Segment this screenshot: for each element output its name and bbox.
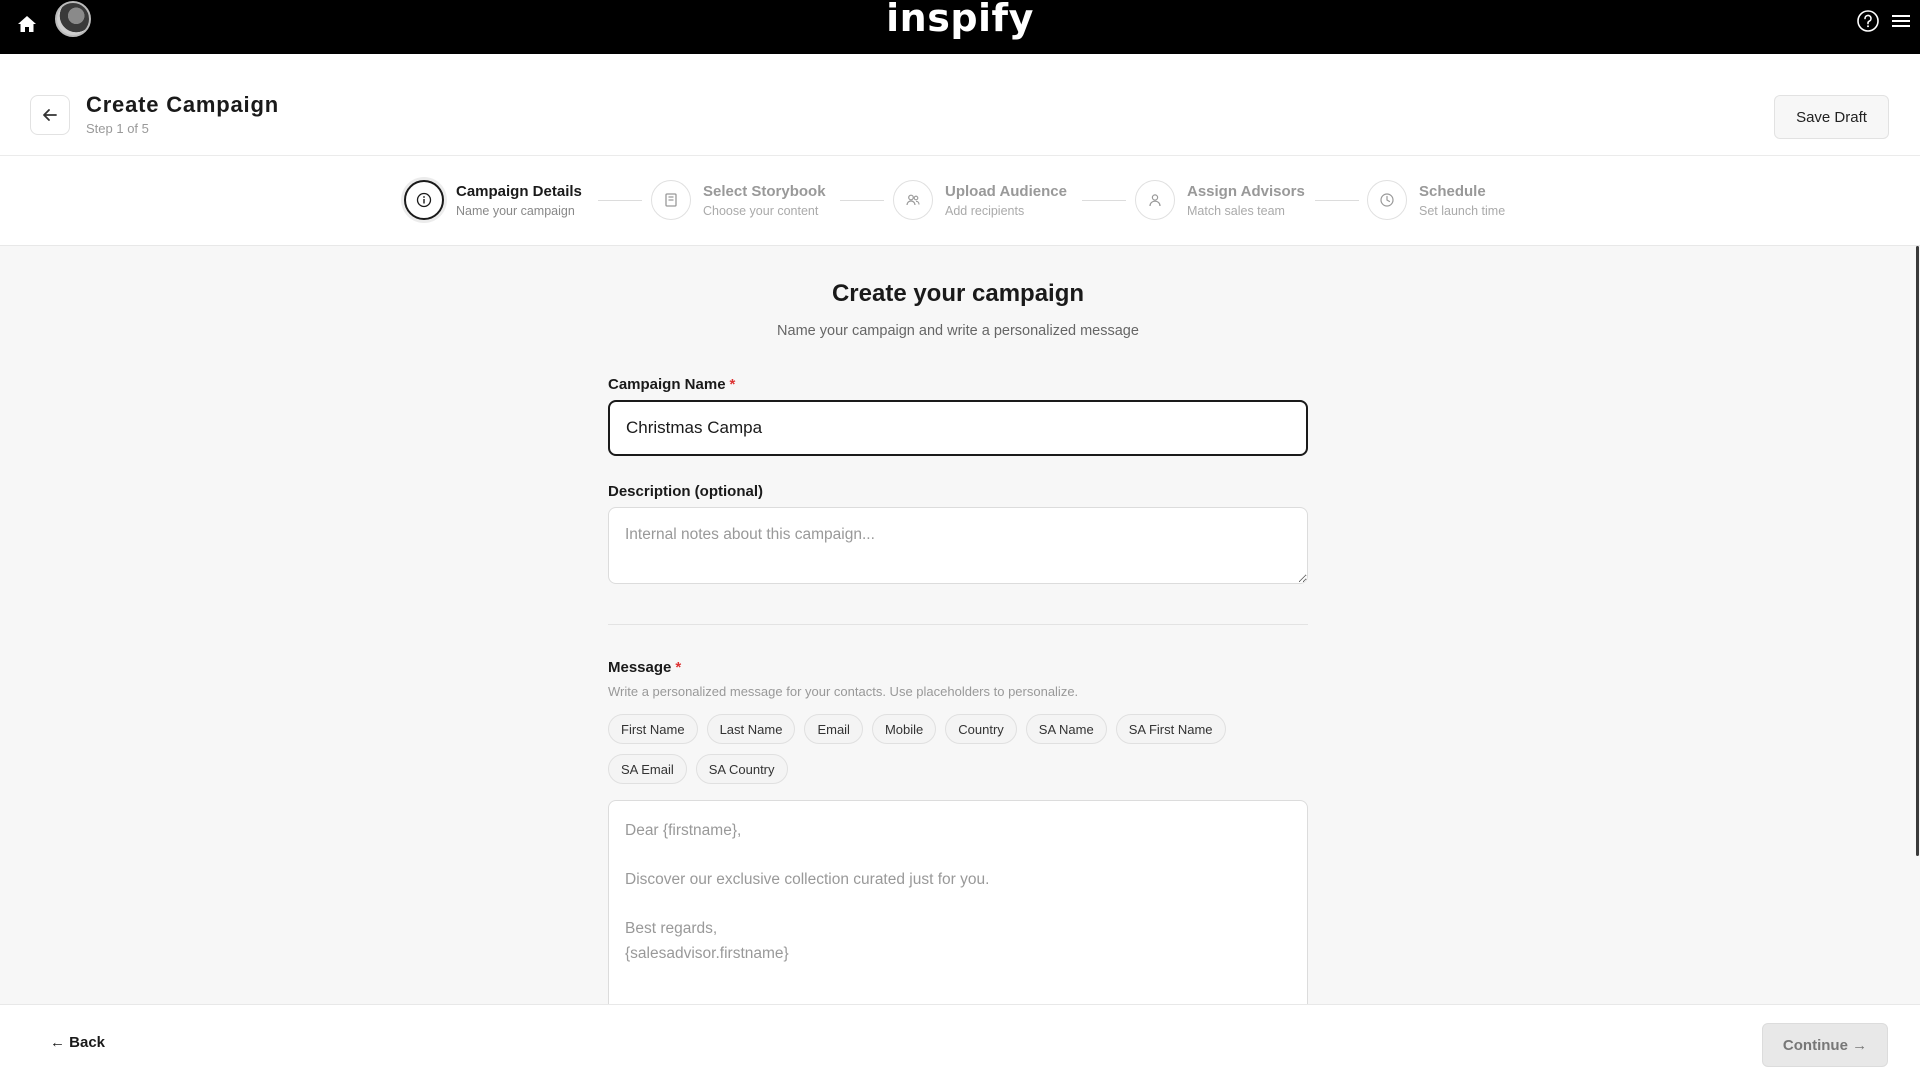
menu-icon <box>1892 15 1910 27</box>
home-icon <box>18 16 36 32</box>
placeholder-chip[interactable]: Mobile <box>871 714 937 744</box>
form-title: Create your campaign <box>831 280 1085 307</box>
header-back-button[interactable] <box>30 95 70 135</box>
step-subtitle: Set launch time <box>1419 203 1506 218</box>
scrollbar[interactable] <box>1916 246 1919 856</box>
page-header: Create Campaign Step 1 of 5 Save Draft <box>0 54 1920 156</box>
step-schedule[interactable]: Schedule Set launch time <box>1367 180 1505 220</box>
clock-icon <box>1380 193 1394 207</box>
placeholder-chips: First Name Last Name Email Mobile Countr… <box>608 714 1308 784</box>
placeholder-chip[interactable]: Country <box>945 714 1017 744</box>
placeholder-chip[interactable]: SA Name <box>1025 714 1107 744</box>
arrow-left-icon <box>43 109 57 121</box>
message-label: Message * <box>608 659 682 676</box>
placeholder-chip[interactable]: SA First Name <box>1115 714 1226 744</box>
step-assign-advisors[interactable]: Assign Advisors Match sales team <box>1135 180 1305 220</box>
placeholder-chip[interactable]: SA Email <box>608 754 687 784</box>
step-upload-audience[interactable]: Upload Audience Add recipients <box>893 180 1067 220</box>
continue-button[interactable]: Continue → <box>1762 1023 1888 1067</box>
help-icon <box>1857 10 1879 32</box>
placeholder-chip[interactable]: Last Name <box>706 714 796 744</box>
step-title: Schedule <box>1419 182 1486 200</box>
form-subtitle: Name your campaign and write a personali… <box>777 323 1139 339</box>
step-title: Assign Advisors <box>1187 182 1305 200</box>
step-connector <box>1082 200 1126 201</box>
step-title: Select Storybook <box>703 182 826 200</box>
step-subtitle: Match sales team <box>1187 203 1285 218</box>
message-help-text: Write a personalized message for your co… <box>608 684 1079 699</box>
section-divider <box>608 624 1308 625</box>
step-indicator: Step 1 of 5 <box>86 121 149 136</box>
back-button[interactable]: ← Back <box>50 1034 105 1051</box>
help-button[interactable] <box>1856 9 1880 33</box>
placeholder-chip[interactable]: Email <box>804 714 863 744</box>
avatar[interactable] <box>55 1 91 37</box>
info-icon <box>416 192 432 208</box>
required-mark: * <box>729 376 736 393</box>
stepper: Campaign Details Name your campaign Sele… <box>0 156 1920 246</box>
message-input[interactable] <box>608 800 1308 1010</box>
description-label: Description (optional) <box>608 483 763 500</box>
step-title: Upload Audience <box>945 182 1067 200</box>
user-icon <box>1149 194 1161 207</box>
footer-bar: ← Back Continue → <box>0 1004 1920 1080</box>
step-connector <box>1315 200 1359 201</box>
step-subtitle: Add recipients <box>945 203 1025 218</box>
campaign-name-label: Campaign Name * <box>608 376 736 393</box>
campaign-name-input[interactable] <box>608 400 1308 456</box>
page-title: Create Campaign <box>86 92 279 117</box>
step-connector <box>598 200 642 201</box>
users-icon <box>906 194 920 206</box>
step-title: Campaign Details <box>456 182 582 200</box>
home-button[interactable] <box>12 9 42 39</box>
save-draft-button[interactable]: Save Draft <box>1774 95 1889 139</box>
placeholder-chip[interactable]: First Name <box>608 714 698 744</box>
step-select-storybook[interactable]: Select Storybook Choose your content <box>651 180 826 220</box>
required-mark: * <box>675 659 682 676</box>
placeholder-chip[interactable]: SA Country <box>695 754 788 784</box>
app-logo: inspify <box>886 0 1034 40</box>
step-connector <box>840 200 884 201</box>
book-icon <box>665 193 677 207</box>
step-subtitle: Name your campaign <box>456 203 575 218</box>
step-campaign-details[interactable]: Campaign Details Name your campaign <box>404 180 582 220</box>
description-input[interactable] <box>608 507 1308 584</box>
top-bar: inspify <box>0 0 1920 54</box>
step-subtitle: Choose your content <box>703 203 819 218</box>
menu-button[interactable] <box>1890 10 1912 32</box>
